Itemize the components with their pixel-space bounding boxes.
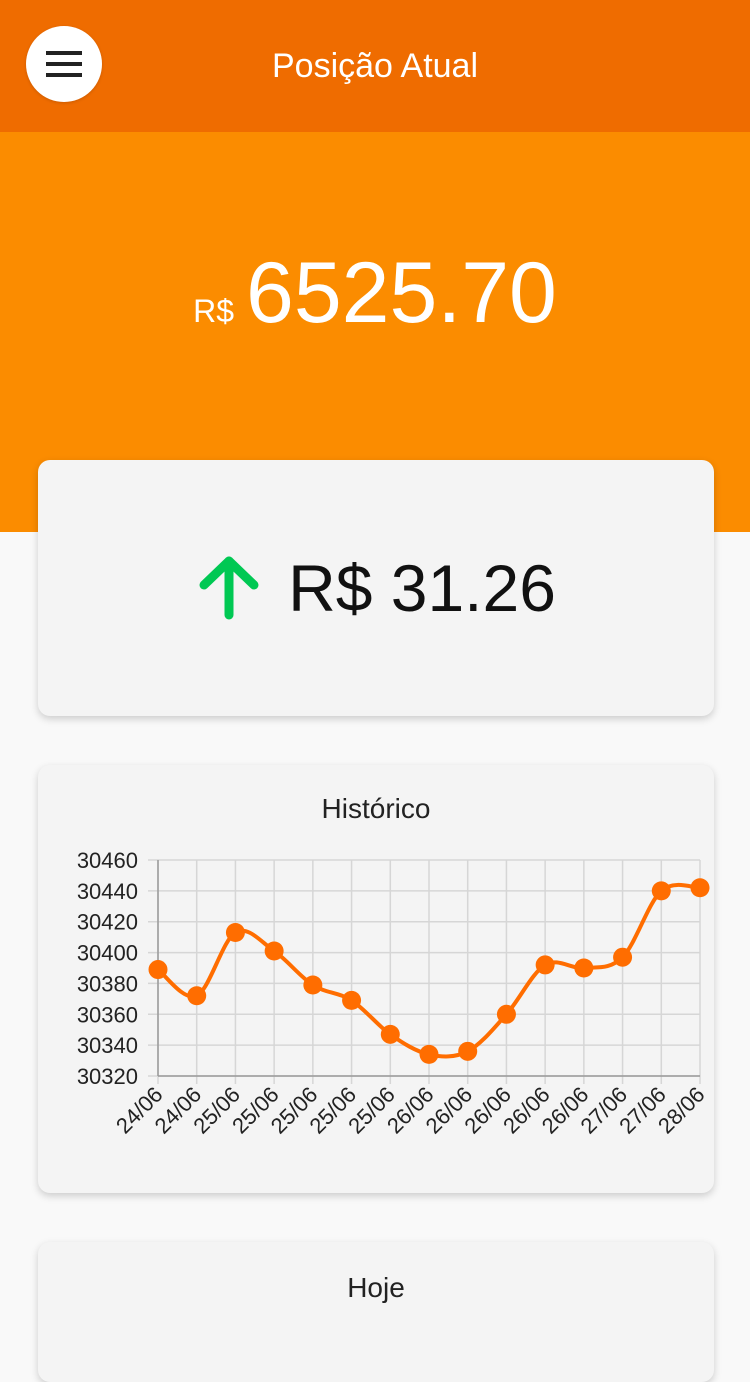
- y-tick-label: 30420: [77, 910, 138, 935]
- today-title: Hoje: [347, 1272, 405, 1303]
- arrow-up-icon: [199, 556, 259, 620]
- change-card: R$ 31.26: [38, 460, 714, 716]
- page-title: Posição Atual: [271, 46, 479, 85]
- data-point: [264, 941, 284, 961]
- y-tick-label: 30380: [77, 971, 138, 996]
- y-tick-label: 30460: [77, 848, 138, 873]
- history-chart: 30320 30340 30360 30380 30400 30420 30440 30460…: [77, 848, 710, 1138]
- data-point: [458, 1041, 478, 1061]
- data-point: [613, 947, 633, 967]
- data-point: [225, 923, 245, 943]
- change-amount: R$ 31.26: [288, 551, 556, 625]
- menu-button[interactable]: [26, 26, 102, 102]
- data-point: [148, 960, 168, 980]
- y-tick-label: 30320: [77, 1064, 138, 1089]
- y-tick-label: 30340: [77, 1033, 138, 1058]
- data-point: [574, 958, 594, 978]
- today-card: Hoje: [38, 1242, 714, 1382]
- y-tick-label: 30440: [77, 879, 138, 904]
- data-point: [496, 1004, 516, 1024]
- balance-display: R$ 6525.70: [0, 250, 750, 360]
- history-card: Histórico 30320 30340 30360 30380 30400 30420…: [38, 765, 714, 1193]
- data-point: [690, 878, 710, 898]
- app-bar: Posição Atual: [0, 0, 750, 132]
- data-point: [303, 975, 323, 995]
- hamburger-menu-icon: [46, 51, 82, 77]
- data-point: [651, 881, 671, 901]
- y-tick-label: 30400: [77, 941, 138, 966]
- data-point: [535, 955, 555, 975]
- y-tick-label: 30360: [77, 1002, 138, 1027]
- data-point: [419, 1044, 439, 1064]
- balance-value: 6525.70: [246, 245, 557, 341]
- data-point: [187, 986, 207, 1006]
- balance-currency: R$: [193, 293, 235, 329]
- data-point: [380, 1024, 400, 1044]
- data-point: [342, 990, 362, 1010]
